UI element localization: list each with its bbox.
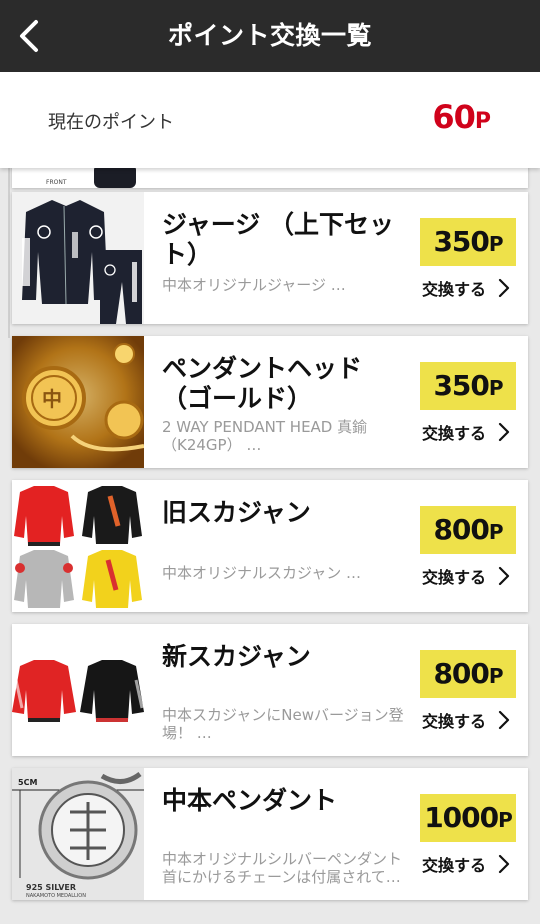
chevron-right-icon xyxy=(498,422,510,442)
item-image-jersey xyxy=(12,192,144,324)
chevron-right-icon xyxy=(498,854,510,874)
item-description: 2 WAY PENDANT HEAD 真鍮（K24GP） … xyxy=(162,418,368,454)
chevron-right-icon xyxy=(498,566,510,586)
item-image-nakamoto-pendant: 5CM 925 SILVER NAKAMOTO MEDALLION xyxy=(12,768,144,900)
points-value: 60P xyxy=(432,98,491,136)
exchange-button[interactable]: 交換する xyxy=(422,564,512,588)
chevron-right-icon xyxy=(498,278,510,298)
item-description: 中本オリジナルジャージ … xyxy=(162,276,346,294)
front-label: FRONT xyxy=(46,179,67,186)
current-points-panel: 現在のポイント 60P xyxy=(0,72,540,168)
chevron-right-icon xyxy=(498,710,510,730)
exchange-button[interactable]: 交換する xyxy=(422,420,512,444)
item-name: 中本ペンダント xyxy=(162,786,338,815)
svg-text:中: 中 xyxy=(42,387,62,411)
item-card-jersey[interactable]: ジャージ （上下セット） 中本オリジナルジャージ … 350P 交換する xyxy=(12,192,528,324)
item-price: 1000P xyxy=(420,794,516,842)
page-title: ポイント交換一覧 xyxy=(167,21,372,50)
exchange-button[interactable]: 交換する xyxy=(422,276,512,300)
medallion-label: NAKAMOTO MEDALLION xyxy=(26,893,86,899)
item-card-pendant-head[interactable]: 中 ペンダントヘッド（ゴールド） 2 WAY PENDANT HEAD 真鍮（K… xyxy=(12,336,528,468)
item-card-nakamoto-pendant[interactable]: 5CM 925 SILVER NAKAMOTO MEDALLION 中本ペンダン… xyxy=(12,768,528,900)
item-description: 中本スカジャンにNewバージョン登場！ … xyxy=(162,706,404,742)
top-app-bar: ポイント交換一覧 xyxy=(0,0,540,72)
item-card-old-sukajan[interactable]: 旧スカジャン 中本オリジナルスカジャン … 800P 交換する xyxy=(12,480,528,612)
item-price: 350P xyxy=(420,362,516,410)
item-name: ペンダントヘッド（ゴールド） xyxy=(162,354,363,413)
item-image-old-sukajan xyxy=(12,480,144,612)
item-price: 800P xyxy=(420,506,516,554)
silver-label: 925 SILVER xyxy=(26,883,76,892)
points-label: 現在のポイント xyxy=(48,112,174,133)
item-description: 中本オリジナルシルバーペンダント首にかけるチェーンは付属されて… xyxy=(162,850,403,886)
reward-list[interactable]: FRONT ジャージ （上下セット） 中本オリジナルジャージ … 350P 交換… xyxy=(0,140,540,924)
item-image-pendant-head: 中 xyxy=(12,336,144,468)
item-image-new-sukajan xyxy=(12,624,144,756)
item-card-new-sukajan[interactable]: 新スカジャン 中本スカジャンにNewバージョン登場！ … 800P 交換する xyxy=(12,624,528,756)
item-name: 新スカジャン xyxy=(162,642,311,671)
item-name: ジャージ （上下セット） xyxy=(162,210,394,269)
exchange-button[interactable]: 交換する xyxy=(422,852,512,876)
exchange-button[interactable]: 交換する xyxy=(422,708,512,732)
item-price: 350P xyxy=(420,218,516,266)
item-name: 旧スカジャン xyxy=(162,498,311,527)
item-description: 中本オリジナルスカジャン … xyxy=(162,564,362,582)
item-price: 800P xyxy=(420,650,516,698)
scale-label: 5CM xyxy=(18,778,37,787)
